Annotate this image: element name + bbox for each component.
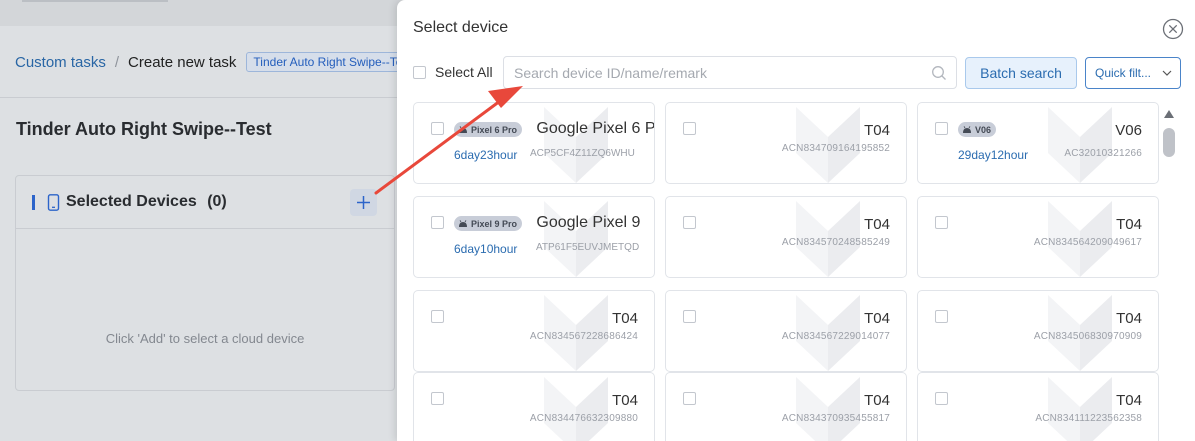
device-type-badge: V06 <box>958 122 997 137</box>
device-type-label: Pixel 6 Pro <box>471 124 518 135</box>
device-uptime: 6day23hour <box>454 148 518 162</box>
device-card[interactable]: T04 ACN834111223562358 <box>917 372 1159 441</box>
device-card[interactable]: T04 ACN834567229014077 <box>665 290 907 372</box>
device-card[interactable]: Pixel 9 Pro Google Pixel 9 6day10hour ATP61… <box>413 196 655 278</box>
device-model: T04 <box>864 216 890 233</box>
device-checkbox[interactable] <box>683 122 696 135</box>
device-model: T04 <box>1116 216 1142 233</box>
device-model: Google Pixel 6 P <box>536 120 655 137</box>
device-checkbox[interactable] <box>683 310 696 323</box>
device-model: T04 <box>1116 392 1142 409</box>
device-card[interactable]: T04 ACN834370935455817 <box>665 372 907 441</box>
device-card[interactable]: T04 ACN834564209049617 <box>917 196 1159 278</box>
quick-filter-dropdown[interactable]: Quick filt... <box>1085 57 1181 89</box>
watermark-logo <box>544 107 608 183</box>
search-box <box>503 56 957 89</box>
device-model: V06 <box>1115 122 1142 139</box>
device-grid: Pixel 6 Pro Google Pixel 6 P 6day23hour ACP… <box>413 102 1161 441</box>
dialog-title: Select device <box>413 19 509 36</box>
close-icon[interactable] <box>1162 18 1184 40</box>
device-card[interactable]: T04 ACN834506830970909 <box>917 290 1159 372</box>
device-model: T04 <box>864 392 890 409</box>
select-all-box[interactable] <box>413 65 426 79</box>
device-model: T04 <box>612 310 638 327</box>
device-type-label: V06 <box>975 124 992 135</box>
chevron-down-icon <box>1162 70 1172 76</box>
device-checkbox[interactable] <box>935 216 948 229</box>
search-icon[interactable] <box>931 65 947 81</box>
device-card[interactable]: T04 ACN834709164195852 <box>665 102 907 184</box>
watermark-logo <box>544 201 608 277</box>
device-model: T04 <box>1116 310 1142 327</box>
device-checkbox[interactable] <box>431 392 444 405</box>
device-serial: ACN834476632309880 <box>529 413 638 424</box>
select-all-checkbox[interactable]: Select All <box>413 64 493 80</box>
device-checkbox[interactable] <box>431 122 444 135</box>
device-serial: ACN834567229014077 <box>781 331 890 342</box>
device-model: T04 <box>864 122 890 139</box>
device-model: T04 <box>612 392 638 409</box>
device-checkbox[interactable] <box>935 122 948 135</box>
select-all-label: Select All <box>435 64 493 80</box>
device-uptime: 29day12hour <box>958 148 1029 162</box>
device-card[interactable]: V06 V06 29day12hour AC32010321266 <box>917 102 1159 184</box>
device-type-badge: Pixel 9 Pro <box>454 216 523 231</box>
device-serial: AC32010321266 <box>1064 148 1142 159</box>
device-serial: ACN834370935455817 <box>781 413 890 424</box>
scroll-up-icon[interactable] <box>1164 110 1174 118</box>
watermark-logo <box>796 377 860 441</box>
watermark-logo <box>1048 377 1112 441</box>
device-checkbox[interactable] <box>935 392 948 405</box>
android-icon <box>459 219 467 227</box>
device-type-badge: Pixel 6 Pro <box>454 122 523 137</box>
device-uptime: 6day10hour <box>454 242 518 256</box>
device-card[interactable]: T04 ACN834570248585249 <box>665 196 907 278</box>
device-model: T04 <box>864 310 890 327</box>
android-icon <box>459 125 467 133</box>
search-input[interactable] <box>514 57 924 88</box>
device-serial: ACN834506830970909 <box>1033 331 1142 342</box>
device-checkbox[interactable] <box>683 216 696 229</box>
device-serial: ACN834111223562358 <box>1035 413 1142 424</box>
watermark-logo <box>1048 107 1112 183</box>
watermark-logo <box>544 377 608 441</box>
device-checkbox[interactable] <box>431 310 444 323</box>
batch-search-button[interactable]: Batch search <box>965 57 1077 89</box>
device-serial: ACN834570248585249 <box>781 237 890 248</box>
device-model: Google Pixel 9 <box>536 214 641 231</box>
device-card[interactable]: Pixel 6 Pro Google Pixel 6 P 6day23hour ACP… <box>413 102 655 184</box>
device-card[interactable]: T04 ACN834567228686424 <box>413 290 655 372</box>
android-icon <box>963 125 971 133</box>
device-card[interactable]: T04 ACN834476632309880 <box>413 372 655 441</box>
quick-filter-label: Quick filt... <box>1095 66 1152 80</box>
scrollbar-thumb[interactable] <box>1163 128 1175 157</box>
device-serial: ACP5CF4Z11ZQ6WHU <box>530 148 635 159</box>
select-device-dialog: Select device Select All Batch search Qu… <box>397 0 1195 441</box>
device-checkbox[interactable] <box>431 216 444 229</box>
device-serial: ACN834709164195852 <box>781 143 890 154</box>
device-checkbox[interactable] <box>683 392 696 405</box>
device-checkbox[interactable] <box>935 310 948 323</box>
device-serial: ATP61F5EUVJMETQD <box>536 242 640 253</box>
device-type-label: Pixel 9 Pro <box>471 218 518 229</box>
device-serial: ACN834567228686424 <box>529 331 638 342</box>
device-serial: ACN834564209049617 <box>1033 237 1142 248</box>
